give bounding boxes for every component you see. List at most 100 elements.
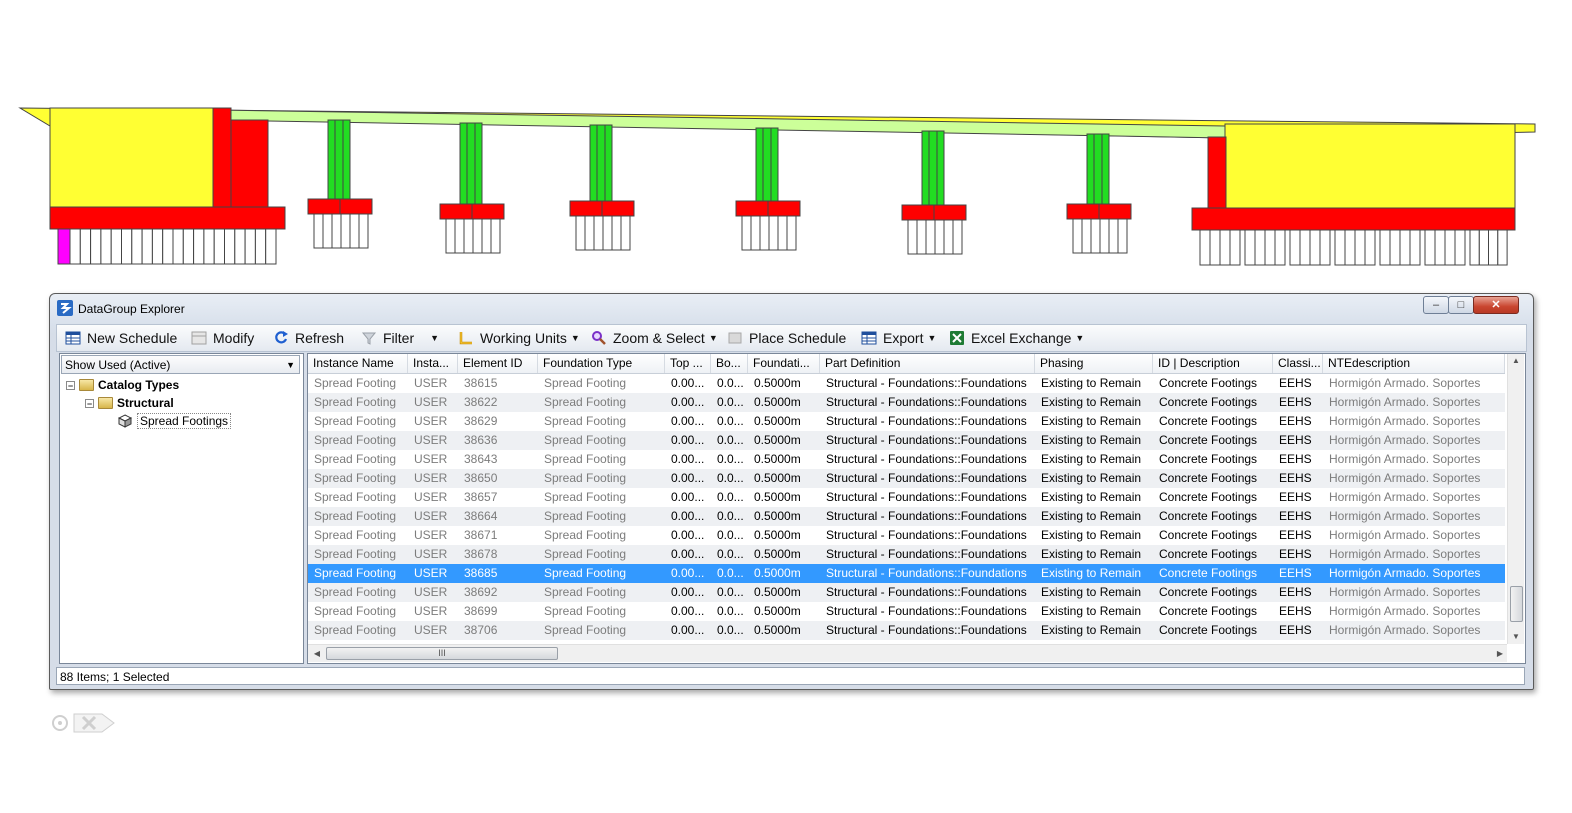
table-row[interactable]: Spread Footing USER 38678 Spread Footing 0.0…	[308, 545, 1505, 564]
column-header[interactable]: Element ID	[458, 354, 538, 373]
table-cell: Existing to Remain	[1041, 528, 1142, 542]
zoom-select-button[interactable]: Zoom & Select ▼	[591, 328, 718, 348]
pile	[151, 228, 164, 265]
table-cell: USER	[414, 528, 448, 542]
table-cell: Existing to Remain	[1041, 585, 1142, 599]
close-button[interactable]: ✕	[1473, 296, 1519, 314]
table-cell: Existing to Remain	[1041, 547, 1142, 561]
filter-button[interactable]: Filter ▼	[361, 328, 439, 348]
minimize-button[interactable]: –	[1423, 296, 1449, 314]
tree-node-spread-footings[interactable]: Spread Footings	[118, 412, 232, 430]
scroll-thumb[interactable]: III	[326, 647, 558, 660]
collapse-icon[interactable]: −	[85, 398, 94, 408]
table-row[interactable]: Spread Footing USER 38671 Spread Footing 0.0…	[308, 526, 1505, 545]
right-abutment	[1191, 123, 1516, 231]
table-cell: 0.00...	[671, 566, 705, 580]
minimize-icon: –	[1432, 299, 1440, 311]
table-cell: Existing to Remain	[1041, 623, 1142, 637]
filter-dropdown-icon[interactable]: ▼	[430, 333, 439, 343]
vertical-scrollbar[interactable]: ▲ ▼	[1507, 354, 1524, 644]
table-cell: 0.00...	[671, 376, 705, 390]
table-cell: 38650	[464, 471, 498, 485]
place-schedule-button[interactable]: Place Schedule	[727, 328, 846, 348]
export-label: Export	[883, 330, 924, 346]
horizontal-scrollbar[interactable]: ◀ III ▶	[308, 644, 1507, 662]
table-row[interactable]: Spread Footing USER 38664 Spread Footing 0.0…	[308, 507, 1505, 526]
pile	[1219, 229, 1231, 266]
show-used-dropdown[interactable]: Show Used (Active) ▼	[61, 355, 300, 374]
column-header[interactable]: Phasing	[1035, 354, 1153, 373]
pile	[943, 219, 954, 255]
table-cell: 0.0...	[717, 566, 744, 580]
column-header[interactable]: NTEdescription	[1323, 354, 1505, 373]
table-row[interactable]: Spread Footing USER 38636 Spread Footing 0.0…	[308, 431, 1505, 450]
table-cell: Spread Footing	[544, 395, 627, 409]
window-title: DataGroup Explorer	[78, 302, 185, 316]
column-header[interactable]: Foundati...	[748, 354, 820, 373]
export-button[interactable]: Export ▼	[861, 328, 936, 348]
pile	[244, 228, 256, 265]
column-header[interactable]: ID | Description	[1153, 354, 1273, 373]
table-cell: Spread Footing	[314, 490, 397, 504]
refresh-button[interactable]: Refresh	[273, 328, 344, 348]
modify-label: Modify	[213, 330, 255, 346]
table-cell: Concrete Footings	[1159, 452, 1258, 466]
table-cell: 0.5000m	[754, 471, 801, 485]
collapse-icon[interactable]: −	[66, 380, 75, 390]
modify-button[interactable]: Modify	[191, 328, 254, 348]
pile	[777, 215, 788, 251]
table-cell: 38685	[464, 566, 498, 580]
table-row[interactable]: Spread Footing USER 38657 Spread Footing 0.0…	[308, 488, 1505, 507]
table-cell: 38671	[464, 528, 498, 542]
table-row[interactable]: Spread Footing USER 38692 Spread Footing 0.0…	[308, 583, 1505, 602]
scroll-right-icon[interactable]: ▶	[1493, 645, 1507, 662]
column-header[interactable]: Foundation Type	[538, 354, 665, 373]
column-header[interactable]: Bo...	[711, 354, 748, 373]
column-header[interactable]: Insta...	[408, 354, 458, 373]
scroll-left-icon[interactable]: ◀	[310, 645, 324, 662]
scroll-thumb[interactable]	[1510, 586, 1523, 622]
datagroup-app-icon	[57, 300, 73, 316]
table-cell: Spread Footing	[544, 547, 627, 561]
table-row[interactable]: Spread Footing USER 38629 Spread Footing 0.0…	[308, 412, 1505, 431]
new-schedule-button[interactable]: New Schedule	[65, 328, 177, 348]
excel-exchange-button[interactable]: Excel Exchange ▼	[949, 328, 1084, 348]
column-header[interactable]: Part Definition	[820, 354, 1035, 373]
table-row[interactable]: Spread Footing USER 38685 Spread Footing 0.0…	[308, 564, 1505, 583]
column-header[interactable]: Top ...	[665, 354, 711, 373]
column-header[interactable]: Classi...	[1273, 354, 1323, 373]
datagroup-explorer-window: DataGroup Explorer – □ ✕ New Schedule Mo…	[49, 293, 1534, 690]
pile	[213, 228, 225, 265]
table-cell: Existing to Remain	[1041, 433, 1142, 447]
excel-icon	[950, 331, 964, 345]
pile	[254, 228, 267, 265]
table-row[interactable]: Spread Footing USER 38699 Spread Footing 0.0…	[308, 602, 1505, 621]
scroll-down-icon[interactable]: ▼	[1508, 630, 1524, 644]
table-row[interactable]: Spread Footing USER 38643 Spread Footing 0.0…	[308, 450, 1505, 469]
table-row[interactable]: Spread Footing USER 38706 Spread Footing 0.0…	[308, 621, 1505, 640]
table-cell: Spread Footing	[544, 509, 627, 523]
table-cell: 38657	[464, 490, 498, 504]
table-cell: Spread Footing	[314, 452, 397, 466]
tree-node-catalog-types[interactable]: − Catalog Types	[66, 376, 179, 394]
table-cell: Spread Footing	[314, 376, 397, 390]
refresh-label: Refresh	[295, 330, 345, 346]
table-row[interactable]: Spread Footing USER 38622 Spread Footing 0.0…	[308, 393, 1505, 412]
tree-node-structural[interactable]: − Structural	[85, 394, 174, 412]
table-cell: Spread Footing	[314, 623, 397, 637]
pile	[916, 219, 927, 255]
working-units-button[interactable]: Working Units ▼	[458, 328, 580, 348]
pile	[1354, 229, 1366, 266]
column-header[interactable]: Instance Name	[308, 354, 408, 373]
table-cell: Existing to Remain	[1041, 471, 1142, 485]
table-cell: 0.5000m	[754, 395, 801, 409]
table-cell: Spread Footing	[544, 604, 627, 618]
status-bar: 88 Items; 1 Selected	[56, 667, 1525, 685]
table-cell: 0.0...	[717, 490, 744, 504]
table-row[interactable]: Spread Footing USER 38650 Spread Footing 0.0…	[308, 469, 1505, 488]
table-row[interactable]: Spread Footing USER 38615 Spread Footing 0.0…	[308, 374, 1505, 393]
pile	[454, 218, 465, 254]
pile	[313, 213, 324, 249]
maximize-button[interactable]: □	[1448, 296, 1474, 314]
scroll-up-icon[interactable]: ▲	[1508, 354, 1524, 368]
